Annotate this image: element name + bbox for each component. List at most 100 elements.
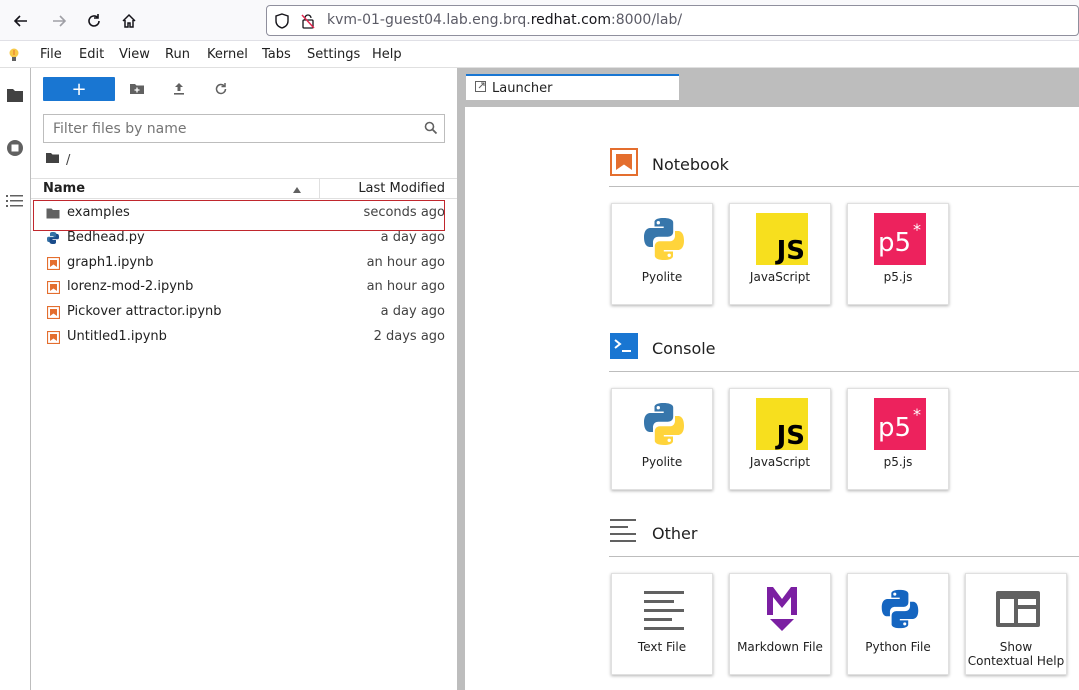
section-other-header: Other — [610, 518, 697, 548]
back-icon[interactable] — [8, 8, 34, 34]
card-label: p5.js — [883, 270, 913, 284]
notebook-icon — [46, 305, 60, 319]
svg-text:*: * — [913, 405, 921, 424]
launcher-card-notebook-pyolite[interactable]: Pyolite — [611, 203, 713, 305]
markdown-icon — [756, 583, 808, 635]
launcher-card-console-javascript[interactable]: JS JavaScript — [729, 388, 831, 490]
launcher-icon — [475, 80, 486, 96]
upload-icon[interactable] — [171, 81, 187, 97]
file-modified: a day ago — [380, 304, 445, 319]
menu-help[interactable]: Help — [372, 47, 402, 62]
section-divider — [609, 556, 1079, 557]
menu-run[interactable]: Run — [165, 47, 190, 62]
file-name: lorenz-mod-2.ipynb — [67, 279, 194, 294]
menu-kernel[interactable]: Kernel — [207, 47, 248, 62]
url-text[interactable]: kvm-01-guest04.lab.eng.brq.redhat.com:80… — [327, 12, 682, 28]
svg-text:JS: JS — [775, 236, 805, 265]
menu-file[interactable]: File — [40, 47, 62, 62]
card-label: p5.js — [883, 455, 913, 469]
card-label: Pyolite — [641, 455, 683, 469]
launcher-card-python-file[interactable]: Python File — [847, 573, 949, 675]
section-title: Notebook — [652, 154, 729, 174]
menu-view[interactable]: View — [119, 47, 150, 62]
launcher-card-notebook-javascript[interactable]: JS JavaScript — [729, 203, 831, 305]
selection-highlight — [33, 200, 445, 231]
section-title: Console — [652, 338, 716, 358]
notebook-icon — [610, 148, 638, 180]
file-row-graph1[interactable]: graph1.ipynb an hour ago — [31, 251, 457, 275]
sort-ascending-icon[interactable] — [293, 187, 301, 193]
card-label: JavaScript — [749, 270, 811, 284]
svg-text:JS: JS — [775, 421, 805, 450]
section-title: Other — [652, 523, 698, 543]
console-icon — [610, 333, 638, 363]
url-bar[interactable]: kvm-01-guest04.lab.eng.brq.redhat.com:80… — [266, 5, 1079, 36]
panel-splitter[interactable] — [457, 68, 465, 690]
file-modified: a day ago — [380, 230, 445, 245]
card-label: JavaScript — [749, 455, 811, 469]
shield-icon[interactable] — [274, 13, 290, 33]
file-row-untitled1[interactable]: Untitled1.ipynb 2 days ago — [31, 325, 457, 349]
file-modified: 2 days ago — [373, 329, 445, 344]
file-name: Untitled1.ipynb — [67, 329, 167, 344]
column-modified-header[interactable]: Last Modified — [358, 181, 445, 196]
file-name: Pickover attractor.ipynb — [67, 304, 222, 319]
column-divider[interactable] — [319, 179, 320, 199]
launcher-card-contextual-help[interactable]: Show Contextual Help — [965, 573, 1067, 675]
column-name-header[interactable]: Name — [43, 181, 85, 196]
home-icon[interactable] — [116, 8, 142, 34]
folder-icon[interactable] — [4, 84, 26, 106]
menu-tabs[interactable]: Tabs — [262, 47, 291, 62]
launcher-card-text-file[interactable]: Text File — [611, 573, 713, 675]
svg-text:p5: p5 — [878, 228, 911, 258]
launcher-card-markdown-file[interactable]: Markdown File — [729, 573, 831, 675]
search-icon — [424, 121, 438, 139]
section-notebook-header: Notebook — [610, 148, 729, 180]
insecure-lock-icon[interactable] — [300, 13, 316, 33]
section-console-header: Console — [610, 333, 716, 363]
menu-edit[interactable]: Edit — [79, 47, 104, 62]
card-label: Python File — [865, 640, 931, 654]
card-label: Pyolite — [641, 270, 683, 284]
jupyterlite-logo-icon — [8, 47, 20, 67]
file-browser-panel: + Filter files by name / Name Last Modif… — [31, 68, 457, 690]
new-launcher-button[interactable]: + — [43, 77, 115, 101]
python-logo-icon — [638, 398, 690, 450]
forward-icon[interactable] — [46, 8, 72, 34]
new-folder-icon[interactable] — [129, 81, 145, 97]
launcher-card-notebook-p5js[interactable]: p5 * p5.js — [847, 203, 949, 305]
file-modified: an hour ago — [366, 279, 445, 294]
refresh-icon[interactable] — [213, 81, 229, 97]
breadcrumb-root[interactable]: / — [66, 153, 70, 168]
file-row-pickover[interactable]: Pickover attractor.ipynb a day ago — [31, 300, 457, 324]
filter-placeholder: Filter files by name — [53, 121, 187, 137]
table-of-contents-icon[interactable] — [4, 190, 26, 212]
python-file-icon — [874, 583, 926, 635]
running-sessions-icon[interactable] — [4, 137, 26, 159]
folder-icon[interactable] — [45, 152, 60, 168]
file-name: Bedhead.py — [67, 230, 145, 245]
breadcrumb: / — [45, 152, 70, 168]
card-label: Show Contextual Help — [967, 640, 1065, 668]
launcher-card-console-pyolite[interactable]: Pyolite — [611, 388, 713, 490]
browser-toolbar: kvm-01-guest04.lab.eng.brq.redhat.com:80… — [0, 0, 1079, 41]
python-file-icon — [46, 231, 60, 245]
launcher-card-console-p5js[interactable]: p5 * p5.js — [847, 388, 949, 490]
svg-text:*: * — [913, 220, 921, 239]
python-logo-icon — [638, 213, 690, 265]
notebook-icon — [46, 330, 60, 344]
card-label: Text File — [637, 640, 687, 654]
p5js-logo-icon: p5 * — [874, 213, 926, 265]
menu-settings[interactable]: Settings — [307, 47, 360, 62]
other-icon — [610, 518, 638, 548]
contextual-help-icon — [992, 583, 1044, 635]
p5js-logo-icon: p5 * — [874, 398, 926, 450]
tab-underline — [465, 106, 1079, 107]
card-label: Markdown File — [737, 640, 823, 654]
text-file-icon — [638, 583, 690, 635]
file-filter-input[interactable]: Filter files by name — [43, 114, 445, 143]
activity-bar — [0, 68, 31, 690]
tab-launcher[interactable]: Launcher — [466, 74, 679, 100]
reload-icon[interactable] — [81, 8, 107, 34]
file-row-lorenz[interactable]: lorenz-mod-2.ipynb an hour ago — [31, 275, 457, 299]
